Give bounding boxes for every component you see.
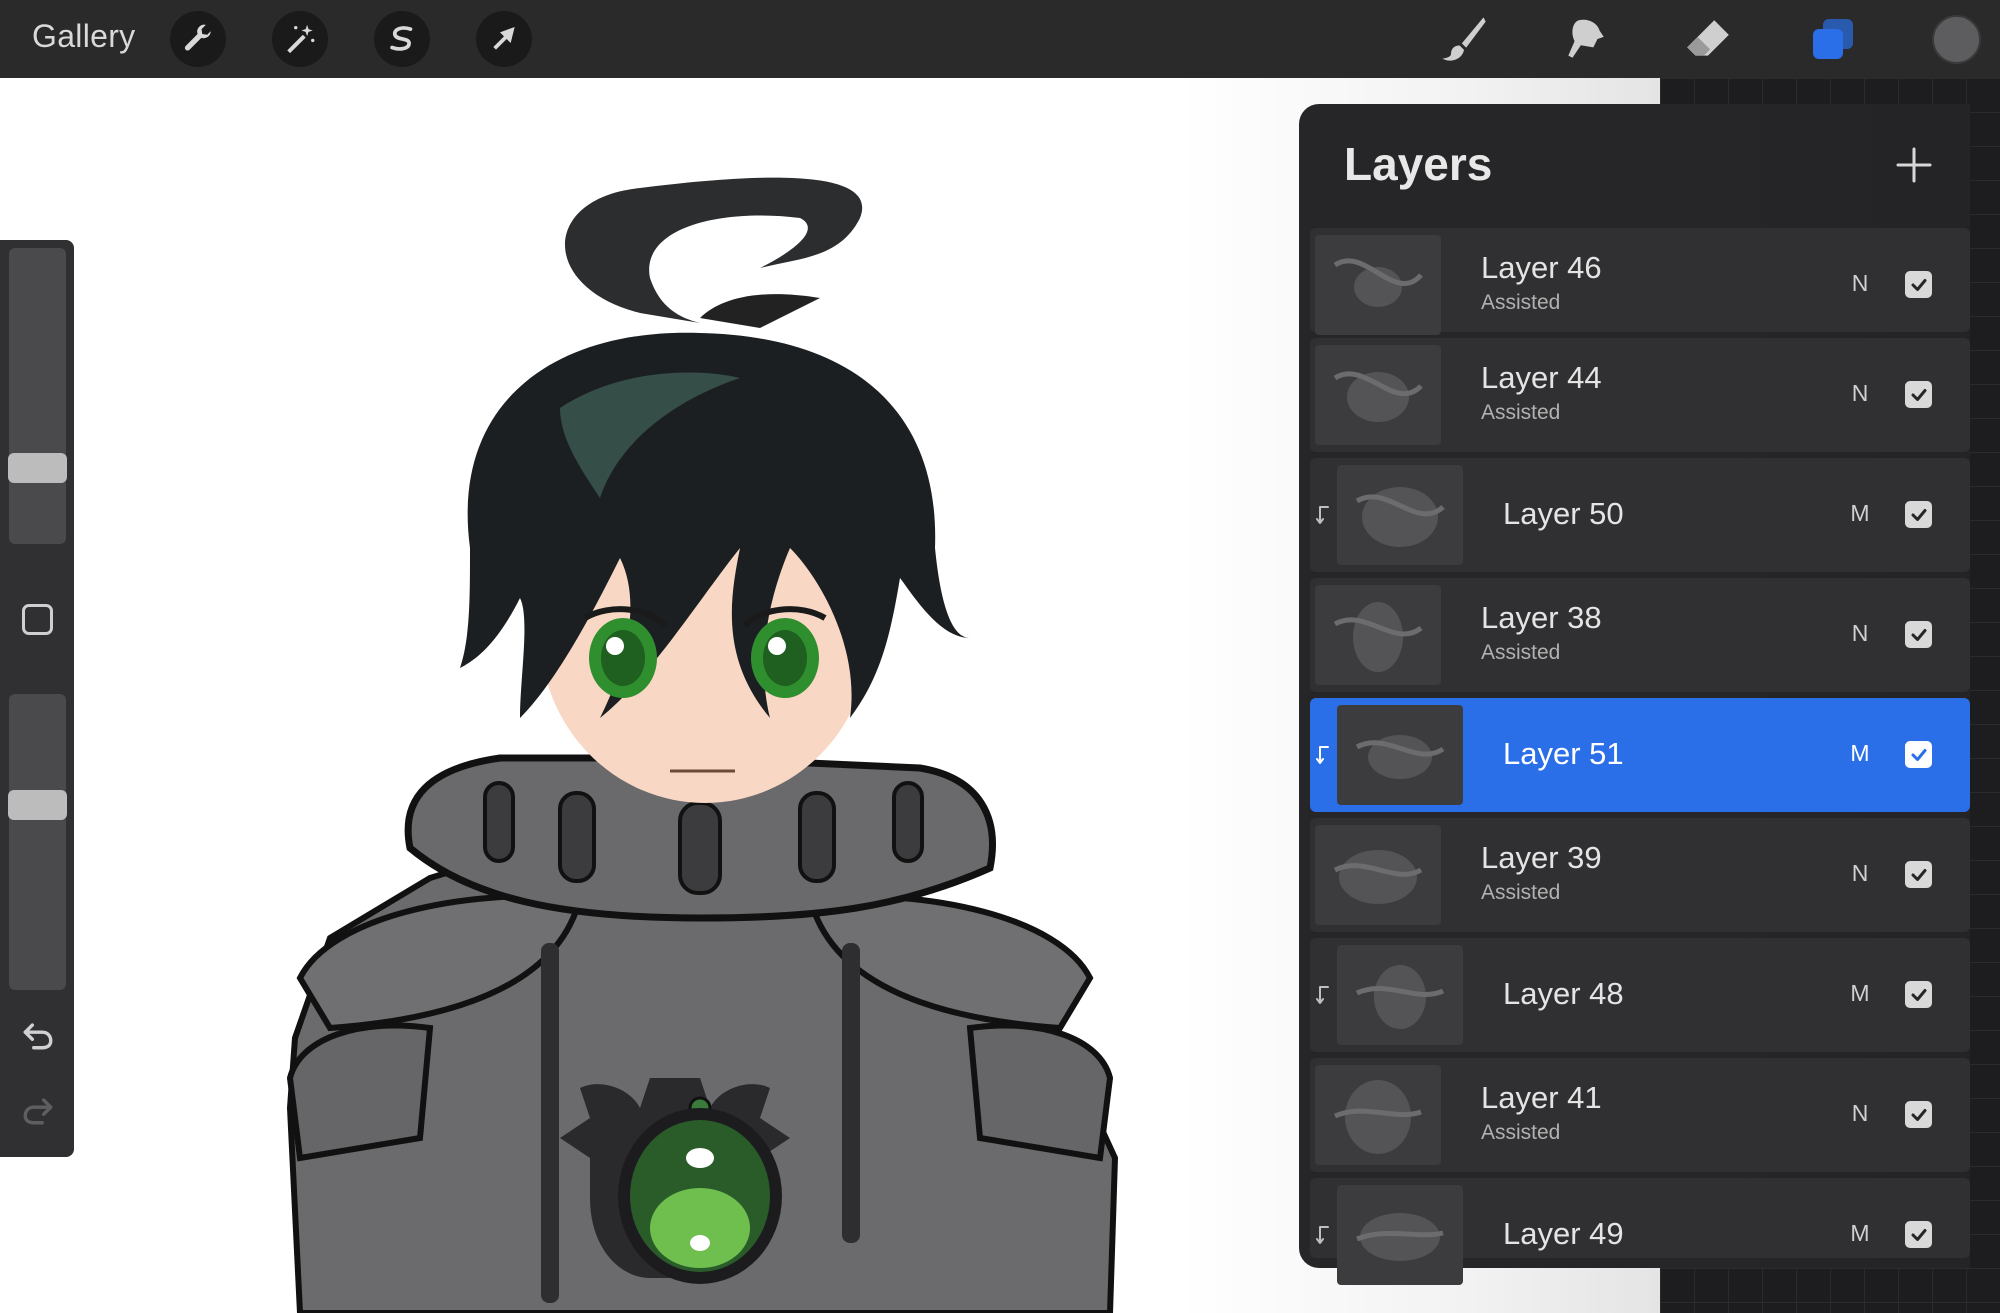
blend-mode-button[interactable]: N: [1845, 620, 1875, 647]
checkmark-icon: [1911, 1108, 1926, 1121]
add-layer-button[interactable]: [1892, 143, 1936, 187]
wrench-icon: [184, 24, 212, 51]
layer-name: Layer 46: [1481, 250, 1602, 285]
checkmark-icon: [1911, 1228, 1926, 1241]
eraser-icon: [1687, 20, 1729, 56]
blend-mode-button[interactable]: M: [1845, 980, 1875, 1007]
layer-row[interactable]: Layer 49 M: [1310, 1178, 1970, 1285]
layer-name: Layer 51: [1503, 736, 1624, 771]
layer-row[interactable]: Layer 48 M: [1310, 938, 1970, 1052]
layer-visibility-checkbox[interactable]: [1905, 1101, 1932, 1128]
layer-thumbnail[interactable]: [1337, 1185, 1463, 1285]
modify-square-icon[interactable]: [22, 604, 53, 635]
arrow-cursor-icon: [493, 27, 515, 50]
layer-thumbnail[interactable]: [1315, 825, 1441, 925]
blend-mode-button[interactable]: M: [1845, 500, 1875, 527]
clipping-mask-icon: [1316, 1226, 1329, 1244]
layer-row[interactable]: Layer 50 M: [1310, 458, 1970, 572]
blend-mode-button[interactable]: M: [1845, 1220, 1875, 1247]
layer-visibility-checkbox[interactable]: [1905, 501, 1932, 528]
layer-name: Layer 44: [1481, 360, 1602, 395]
layer-row[interactable]: Layer 46 Assisted N: [1310, 228, 1970, 335]
clipping-mask-icon: [1316, 986, 1329, 1004]
blend-mode-button[interactable]: M: [1845, 740, 1875, 767]
color-picker-button[interactable]: [1932, 15, 1981, 64]
layer-visibility-checkbox[interactable]: [1905, 1221, 1932, 1248]
redo-icon: [23, 1098, 53, 1125]
layer-assisted-label: Assisted: [1481, 1121, 1561, 1144]
eraser-button[interactable]: [1678, 12, 1738, 66]
opacity-thumb[interactable]: [8, 790, 67, 820]
layer-visibility-checkbox[interactable]: [1905, 621, 1932, 648]
magic-wand-icon: [287, 24, 315, 54]
layer-name: Layer 38: [1481, 600, 1602, 635]
left-sidebar: [0, 240, 74, 1157]
layer-thumbnail[interactable]: [1337, 705, 1463, 805]
layer-row[interactable]: Layer 41 Assisted N: [1310, 1058, 1970, 1172]
brush-icon: [1442, 17, 1486, 61]
layer-visibility-checkbox[interactable]: [1905, 381, 1932, 408]
layer-visibility-checkbox[interactable]: [1905, 981, 1932, 1008]
layers-title: Layers: [1344, 138, 1493, 190]
checkmark-icon: [1911, 748, 1926, 761]
layer-thumbnail[interactable]: [1337, 945, 1463, 1045]
undo-icon: [23, 1023, 53, 1050]
brush-button[interactable]: [1434, 12, 1494, 66]
layer-row[interactable]: Layer 38 Assisted N: [1310, 578, 1970, 692]
layer-thumbnail[interactable]: [1315, 235, 1441, 335]
layer-assisted-label: Assisted: [1481, 401, 1561, 424]
layer-visibility-checkbox[interactable]: [1905, 861, 1932, 888]
layer-name: Layer 48: [1503, 976, 1624, 1011]
plus-icon: [1896, 147, 1932, 183]
layer-row[interactable]: Layer 39 Assisted N: [1310, 818, 1970, 932]
checkmark-icon: [1911, 628, 1926, 641]
layer-row[interactable]: Layer 44 Assisted N: [1310, 338, 1970, 452]
clipping-mask-icon: [1316, 746, 1329, 764]
layer-thumbnail[interactable]: [1337, 465, 1463, 565]
layer-assisted-label: Assisted: [1481, 881, 1561, 904]
layer-thumbnail[interactable]: [1315, 585, 1441, 685]
opacity-slider[interactable]: [8, 694, 67, 990]
brush-size-slider[interactable]: [8, 248, 67, 544]
checkmark-icon: [1911, 868, 1926, 881]
checkmark-icon: [1911, 278, 1926, 291]
brush-size-thumb[interactable]: [8, 453, 67, 483]
top-toolbar: Gallery: [0, 0, 2000, 78]
layer-name: Layer 39: [1481, 840, 1602, 875]
smudge-icon: [1568, 19, 1604, 58]
layers-button[interactable]: [1803, 12, 1863, 66]
layer-thumbnail[interactable]: [1315, 345, 1441, 445]
adjustments-button[interactable]: [272, 11, 328, 67]
actions-button[interactable]: [170, 11, 226, 67]
blend-mode-button[interactable]: N: [1845, 1100, 1875, 1127]
layer-name: Layer 41: [1481, 1080, 1602, 1115]
layer-thumbnail[interactable]: [1315, 1065, 1441, 1165]
layer-visibility-checkbox[interactable]: [1905, 271, 1932, 298]
clipping-mask-icon: [1316, 506, 1329, 524]
undo-button[interactable]: [18, 1015, 58, 1055]
layer-assisted-label: Assisted: [1481, 641, 1561, 664]
selection-s-icon: [390, 26, 413, 51]
checkmark-icon: [1911, 388, 1926, 401]
layer-name: Layer 50: [1503, 496, 1624, 531]
redo-button[interactable]: [18, 1090, 58, 1130]
gallery-button[interactable]: Gallery: [32, 18, 135, 55]
character-artwork: [286, 177, 1119, 1313]
checkmark-icon: [1911, 508, 1926, 521]
blend-mode-button[interactable]: N: [1845, 270, 1875, 297]
selection-button[interactable]: [374, 11, 430, 67]
blend-mode-button[interactable]: N: [1845, 380, 1875, 407]
layers-icon: [1813, 19, 1853, 59]
layer-assisted-label: Assisted: [1481, 291, 1561, 314]
layer-visibility-checkbox[interactable]: [1905, 741, 1932, 768]
blend-mode-button[interactable]: N: [1845, 860, 1875, 887]
transform-button[interactable]: [476, 11, 532, 67]
smudge-button[interactable]: [1555, 12, 1615, 66]
checkmark-icon: [1911, 988, 1926, 1001]
layer-row[interactable]: Layer 51 M: [1310, 698, 1970, 812]
layer-name: Layer 49: [1503, 1216, 1624, 1251]
